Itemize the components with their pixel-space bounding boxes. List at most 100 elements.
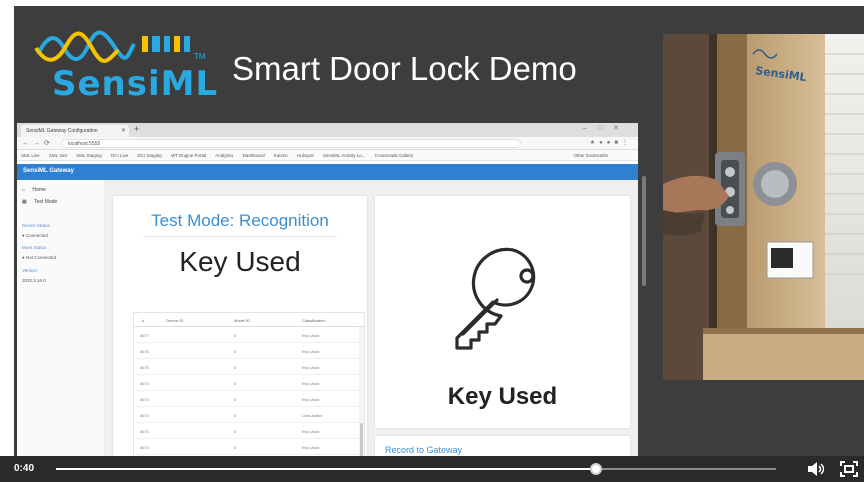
scrubber-handle[interactable] bbox=[590, 463, 602, 475]
row-classification: Key Used bbox=[302, 445, 320, 450]
bookmark-item[interactable]: SML Staging bbox=[76, 153, 102, 158]
door-lock-scene: SensiML bbox=[663, 34, 864, 380]
close-tab-icon[interactable]: ✕ bbox=[121, 127, 126, 134]
table-row[interactable]: 6677 0 Key Used bbox=[134, 327, 360, 343]
row-classification: Key Used bbox=[302, 365, 320, 370]
bookmark-item[interactable]: Analytics bbox=[215, 153, 233, 158]
bookmarks-bar: SML Live SML Viet SML Staging DCI Live D… bbox=[17, 150, 638, 161]
gateway-browser-window: SensiML Gateway Configuration ✕ + –□✕ ←→… bbox=[17, 123, 638, 456]
row-classification: Key Used bbox=[302, 429, 320, 434]
table-row[interactable]: 6671 0 Key Used bbox=[134, 423, 360, 439]
version-label: Version bbox=[22, 268, 38, 273]
door-lock-photo: SensiML bbox=[663, 34, 864, 380]
presentation-slide: SensiML TM Smart Door Lock Demo SensiML … bbox=[14, 6, 864, 456]
browser-tab-bar: SensiML Gateway Configuration ✕ + –□✕ bbox=[17, 123, 638, 137]
row-index: 6673 bbox=[140, 397, 149, 402]
table-row[interactable]: 6673 0 Key Used bbox=[134, 391, 360, 407]
bookmark-item[interactable]: SML Live bbox=[21, 153, 40, 158]
bookmark-item[interactable]: SML Viet bbox=[49, 153, 67, 158]
row-index: 6675 bbox=[140, 365, 149, 370]
record-card: Record to Gateway bbox=[375, 436, 630, 456]
row-index: 6672 bbox=[140, 413, 149, 418]
table-row[interactable]: 6670 0 Key Used bbox=[134, 439, 360, 455]
progress-fill bbox=[56, 468, 596, 470]
table-row[interactable]: 6674 0 Key Used bbox=[134, 375, 360, 391]
logo-wordmark: SensiML bbox=[52, 64, 219, 104]
slide-scrollbar[interactable] bbox=[642, 176, 646, 286]
table-scroll-thumb[interactable] bbox=[360, 423, 363, 456]
row-model: 0 bbox=[234, 349, 237, 354]
nav-buttons[interactable]: ←→⟳ bbox=[22, 139, 54, 147]
extension-icons[interactable]: ★●●■⋮ bbox=[590, 139, 632, 146]
bookmark-item[interactable]: Hubspot bbox=[297, 153, 314, 158]
logo-trademark: TM bbox=[194, 52, 206, 61]
progress-bar[interactable] bbox=[56, 463, 776, 475]
bookmark-item[interactable]: SensiML Activity Lo... bbox=[323, 153, 366, 158]
more-status-value: ● Not Connected bbox=[22, 255, 56, 260]
table-row[interactable]: 6675 0 Key Used bbox=[134, 359, 360, 375]
device-status-value: ● Connected bbox=[22, 233, 48, 238]
test-mode-title: Test Mode: Recognition bbox=[151, 211, 329, 230]
more-status-label: More Status bbox=[22, 245, 47, 250]
column-header[interactable]: # bbox=[142, 318, 144, 323]
row-classification: Key Used bbox=[302, 381, 320, 386]
slide-title: Smart Door Lock Demo bbox=[232, 50, 577, 87]
bookmark-item[interactable]: DCI Staging bbox=[138, 153, 162, 158]
row-model: 0 bbox=[234, 413, 237, 418]
table-row[interactable]: 6672 0 Lock Action bbox=[134, 407, 360, 423]
address-bar[interactable]: localhost:5555 bbox=[61, 139, 521, 148]
test-mode-icon: ▦ bbox=[22, 199, 27, 205]
other-bookmarks[interactable]: Other bookmarks bbox=[573, 153, 608, 158]
key-icon bbox=[455, 247, 536, 350]
sensiml-logo: SensiML TM bbox=[30, 24, 217, 106]
table-header: # Device ID Model ID Classification bbox=[134, 313, 364, 327]
column-header[interactable]: Model ID bbox=[234, 318, 250, 323]
row-index: 6674 bbox=[140, 381, 149, 386]
row-model: 0 bbox=[234, 397, 237, 402]
video-frame: SensiML TM Smart Door Lock Demo SensiML … bbox=[0, 0, 864, 482]
row-index: 6670 bbox=[140, 445, 149, 450]
bookmark-item[interactable]: WT Engine Portal bbox=[171, 153, 206, 158]
result-caption: Key Used bbox=[447, 383, 558, 410]
browser-tab[interactable]: SensiML Gateway Configuration ✕ bbox=[21, 125, 129, 137]
window-controls[interactable]: –□✕ bbox=[583, 124, 630, 132]
classification-table: # Device ID Model ID Classification 6677… bbox=[133, 312, 365, 456]
row-index: 6676 bbox=[140, 349, 149, 354]
record-to-gateway-title[interactable]: Record to Gateway bbox=[385, 445, 462, 455]
row-model: 0 bbox=[234, 445, 237, 450]
sidebar-item-home[interactable]: ⌂ Home bbox=[22, 187, 46, 193]
row-classification: Lock Action bbox=[302, 413, 323, 418]
tab-title: SensiML Gateway Configuration bbox=[26, 128, 98, 134]
result-card: Key Used bbox=[375, 196, 630, 428]
table-row[interactable]: 6676 0 Key Used bbox=[134, 343, 360, 359]
row-model: 0 bbox=[234, 365, 237, 370]
row-classification: Key Used bbox=[302, 397, 320, 402]
browser-toolbar: ←→⟳ localhost:5555 ★●●■⋮ bbox=[17, 137, 638, 150]
device-status-label: Device Status bbox=[22, 223, 50, 228]
current-time: 0:40 bbox=[14, 463, 35, 474]
bookmark-item[interactable]: Crossroads Gallery bbox=[375, 153, 414, 158]
sidebar-item-test-mode[interactable]: ▦ Test Mode bbox=[22, 199, 57, 205]
bookmark-item[interactable]: Kaizen bbox=[274, 153, 288, 158]
volume-icon[interactable] bbox=[806, 461, 824, 477]
app-content: Test Mode: Recognition Key Used # Device… bbox=[105, 180, 638, 456]
row-model: 0 bbox=[234, 381, 237, 386]
home-icon: ⌂ bbox=[22, 187, 26, 193]
row-model: 0 bbox=[234, 429, 237, 434]
app-title: SensiML Gateway bbox=[23, 168, 74, 174]
column-header[interactable]: Device ID bbox=[166, 318, 183, 323]
bookmark-item[interactable]: Dashboard bbox=[243, 153, 265, 158]
current-classification: Key Used bbox=[179, 246, 301, 277]
table-scrollbar[interactable] bbox=[359, 327, 364, 456]
row-model: 0 bbox=[234, 333, 237, 338]
row-index: 6677 bbox=[140, 333, 149, 338]
app-header: SensiML Gateway bbox=[17, 164, 638, 180]
fullscreen-icon[interactable] bbox=[840, 461, 858, 477]
row-classification: Key Used bbox=[302, 349, 320, 354]
row-classification: Key Used bbox=[302, 333, 320, 338]
column-header[interactable]: Classification bbox=[302, 318, 326, 323]
new-tab-icon[interactable]: + bbox=[134, 124, 139, 134]
divider bbox=[143, 236, 337, 237]
bookmark-item[interactable]: DCI Live bbox=[111, 153, 128, 158]
app-sidebar: ⌂ Home ▦ Test Mode Device Status ● Conne… bbox=[17, 180, 105, 456]
